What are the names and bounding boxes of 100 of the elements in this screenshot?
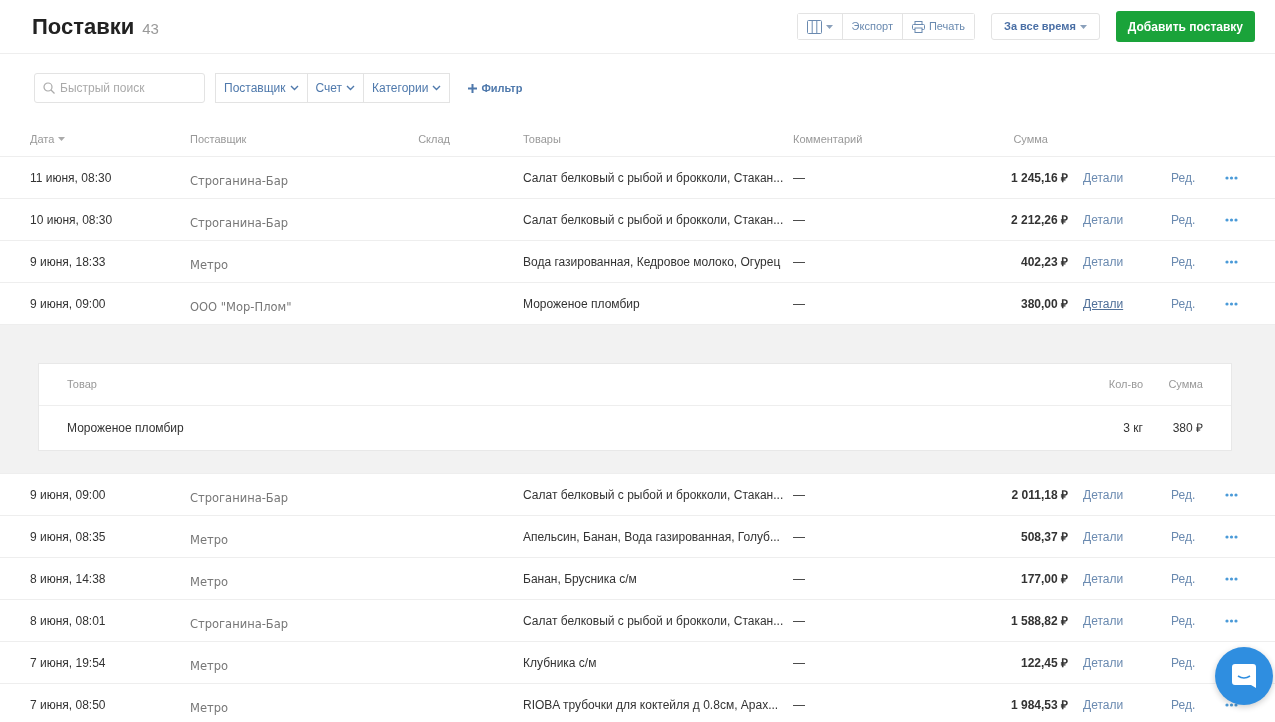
supplier-cell-text: Метро <box>190 699 230 717</box>
supplier-cell-text: ООО "Мор-Плом" <box>190 298 293 316</box>
comment-cell-text: — <box>793 253 806 271</box>
date-cell-text: 8 июня, 14:38 <box>30 570 107 588</box>
date-cell-text: 9 июня, 09:00 <box>30 295 107 313</box>
comment-cell-text: — <box>793 528 806 546</box>
column-header[interactable]: Дата <box>30 130 190 148</box>
column-header: Склад <box>417 131 450 147</box>
more-icon[interactable] <box>1225 175 1238 180</box>
filter-dropdown[interactable]: Категории <box>364 73 451 103</box>
plus-icon <box>468 83 478 93</box>
edit-link[interactable]: Ред. <box>1171 168 1196 187</box>
more-icon[interactable] <box>1225 492 1238 497</box>
supplier-cell-text: Строганина-Бар <box>190 214 290 232</box>
product-cell-text: Мороженое пломбир <box>67 420 185 437</box>
edit-link[interactable]: Ред. <box>1171 210 1196 229</box>
search-field[interactable]: Быстрый поиск <box>34 73 205 103</box>
date-cell-text: 11 июня, 08:30 <box>30 169 113 187</box>
print-button[interactable]: Печать <box>902 13 975 40</box>
details-link[interactable]: Детали <box>1083 611 1124 630</box>
supplier-cell-text: Строганина-Бар <box>190 489 290 507</box>
sum-cell-text: 177,00 ₽ <box>1019 570 1068 588</box>
comment-cell-text: — <box>793 612 806 630</box>
page-title: Поставки <box>32 13 135 41</box>
period-dropdown[interactable]: За все время <box>991 13 1100 40</box>
chat-button[interactable] <box>1215 647 1273 705</box>
more-icon[interactable] <box>1225 534 1238 539</box>
supplier-cell-text: Метро <box>190 657 230 675</box>
columns-button[interactable] <box>796 13 843 40</box>
details-link[interactable]: Детали <box>1083 527 1124 546</box>
column-header: Поставщик <box>190 131 248 147</box>
comment-cell-text: — <box>793 654 806 672</box>
more-icon[interactable] <box>1225 618 1238 623</box>
column-header: Сумма <box>1167 377 1203 393</box>
add-supply-button[interactable]: Добавить поставку <box>1115 11 1255 42</box>
chevron-icon <box>432 85 442 91</box>
comment-cell-text: — <box>793 295 806 313</box>
details-link[interactable]: Детали <box>1083 485 1124 504</box>
date-cell-text: 10 июня, 08:30 <box>30 211 114 229</box>
column-header: Сумма <box>1013 131 1048 147</box>
sum-cell-text: 508,37 ₽ <box>1019 528 1068 546</box>
chevron-icon <box>289 85 299 91</box>
more-icon[interactable] <box>1225 217 1238 222</box>
details-link[interactable]: Детали <box>1083 653 1124 672</box>
edit-link[interactable]: Ред. <box>1171 653 1196 672</box>
more-icon[interactable] <box>1225 301 1238 306</box>
edit-link[interactable]: Ред. <box>1171 695 1196 714</box>
column-header: Товар <box>67 377 98 393</box>
filter-dropdown[interactable]: Счет <box>307 73 365 103</box>
products-cell-text: Вода газированная, Кедровое молоко, Огурец <box>523 253 782 271</box>
products-cell-text: Апельсин, Банан, Вода газированная, Голуб... <box>523 528 781 546</box>
products-cell-text: Салат белковый с рыбой и брокколи, Стакан... <box>523 612 785 630</box>
chevron-icon <box>346 85 356 91</box>
products-cell-text: Мороженое пломбир <box>523 295 641 313</box>
quantity-cell-text: 3 кг <box>1122 420 1143 437</box>
comment-cell-text: — <box>793 211 806 229</box>
details-link[interactable]: Детали <box>1083 695 1124 714</box>
filter-dropdown[interactable]: Поставщик <box>215 73 308 103</box>
more-icon[interactable] <box>1225 576 1238 581</box>
products-cell-text: Салат белковый с рыбой и брокколи, Стакан... <box>523 211 785 229</box>
sum-cell-text: 1 245,16 ₽ <box>1009 169 1068 187</box>
comment-cell-text: — <box>793 570 806 588</box>
date-cell-text: 9 июня, 18:33 <box>30 253 107 271</box>
edit-link[interactable]: Ред. <box>1171 294 1196 313</box>
add-filter-button[interactable]: Фильтр <box>460 79 531 97</box>
comment-cell-text: — <box>793 696 806 714</box>
more-icon[interactable] <box>1225 259 1238 264</box>
record-count: 43 <box>142 19 159 39</box>
printer-icon <box>911 20 925 33</box>
date-cell-text: 7 июня, 19:54 <box>30 654 107 672</box>
caret-icon <box>1079 24 1087 29</box>
supplier-cell-text: Строганина-Бар <box>190 615 290 633</box>
supplier-cell-text: Строганина-Бар <box>190 172 290 190</box>
column-header: Товары <box>523 131 562 147</box>
edit-link[interactable]: Ред. <box>1171 569 1196 588</box>
sum-cell-text: 2 011,18 ₽ <box>1010 486 1068 504</box>
details-link[interactable]: Детали <box>1083 294 1124 313</box>
supplier-cell-text: Метро <box>190 256 230 274</box>
products-cell-text: Салат белковый с рыбой и брокколи, Стакан... <box>523 169 785 187</box>
sum-cell-text: 122,45 ₽ <box>1019 654 1068 672</box>
edit-link[interactable]: Ред. <box>1171 527 1196 546</box>
details-link[interactable]: Детали <box>1083 210 1124 229</box>
details-link[interactable]: Детали <box>1083 252 1124 271</box>
edit-link[interactable]: Ред. <box>1171 252 1196 271</box>
details-link[interactable]: Детали <box>1083 168 1124 187</box>
comment-cell-text: — <box>793 486 806 504</box>
export-button[interactable]: Экспорт <box>842 13 903 40</box>
column-header: Кол-во <box>1107 377 1143 393</box>
supplier-cell-text: Метро <box>190 573 230 591</box>
sum-cell-text: 1 984,53 ₽ <box>1009 696 1068 714</box>
products-cell-text: Клубника с/м <box>523 654 598 672</box>
comment-cell-text: — <box>793 169 806 187</box>
edit-link[interactable]: Ред. <box>1171 611 1196 630</box>
details-link[interactable]: Детали <box>1083 569 1124 588</box>
edit-link[interactable]: Ред. <box>1171 485 1196 504</box>
date-cell-text: 8 июня, 08:01 <box>30 612 107 630</box>
sum-cell-text: 380 ₽ <box>1171 420 1203 437</box>
caret-icon <box>825 24 833 29</box>
chat-icon <box>1231 663 1257 689</box>
caret-icon <box>58 137 66 141</box>
